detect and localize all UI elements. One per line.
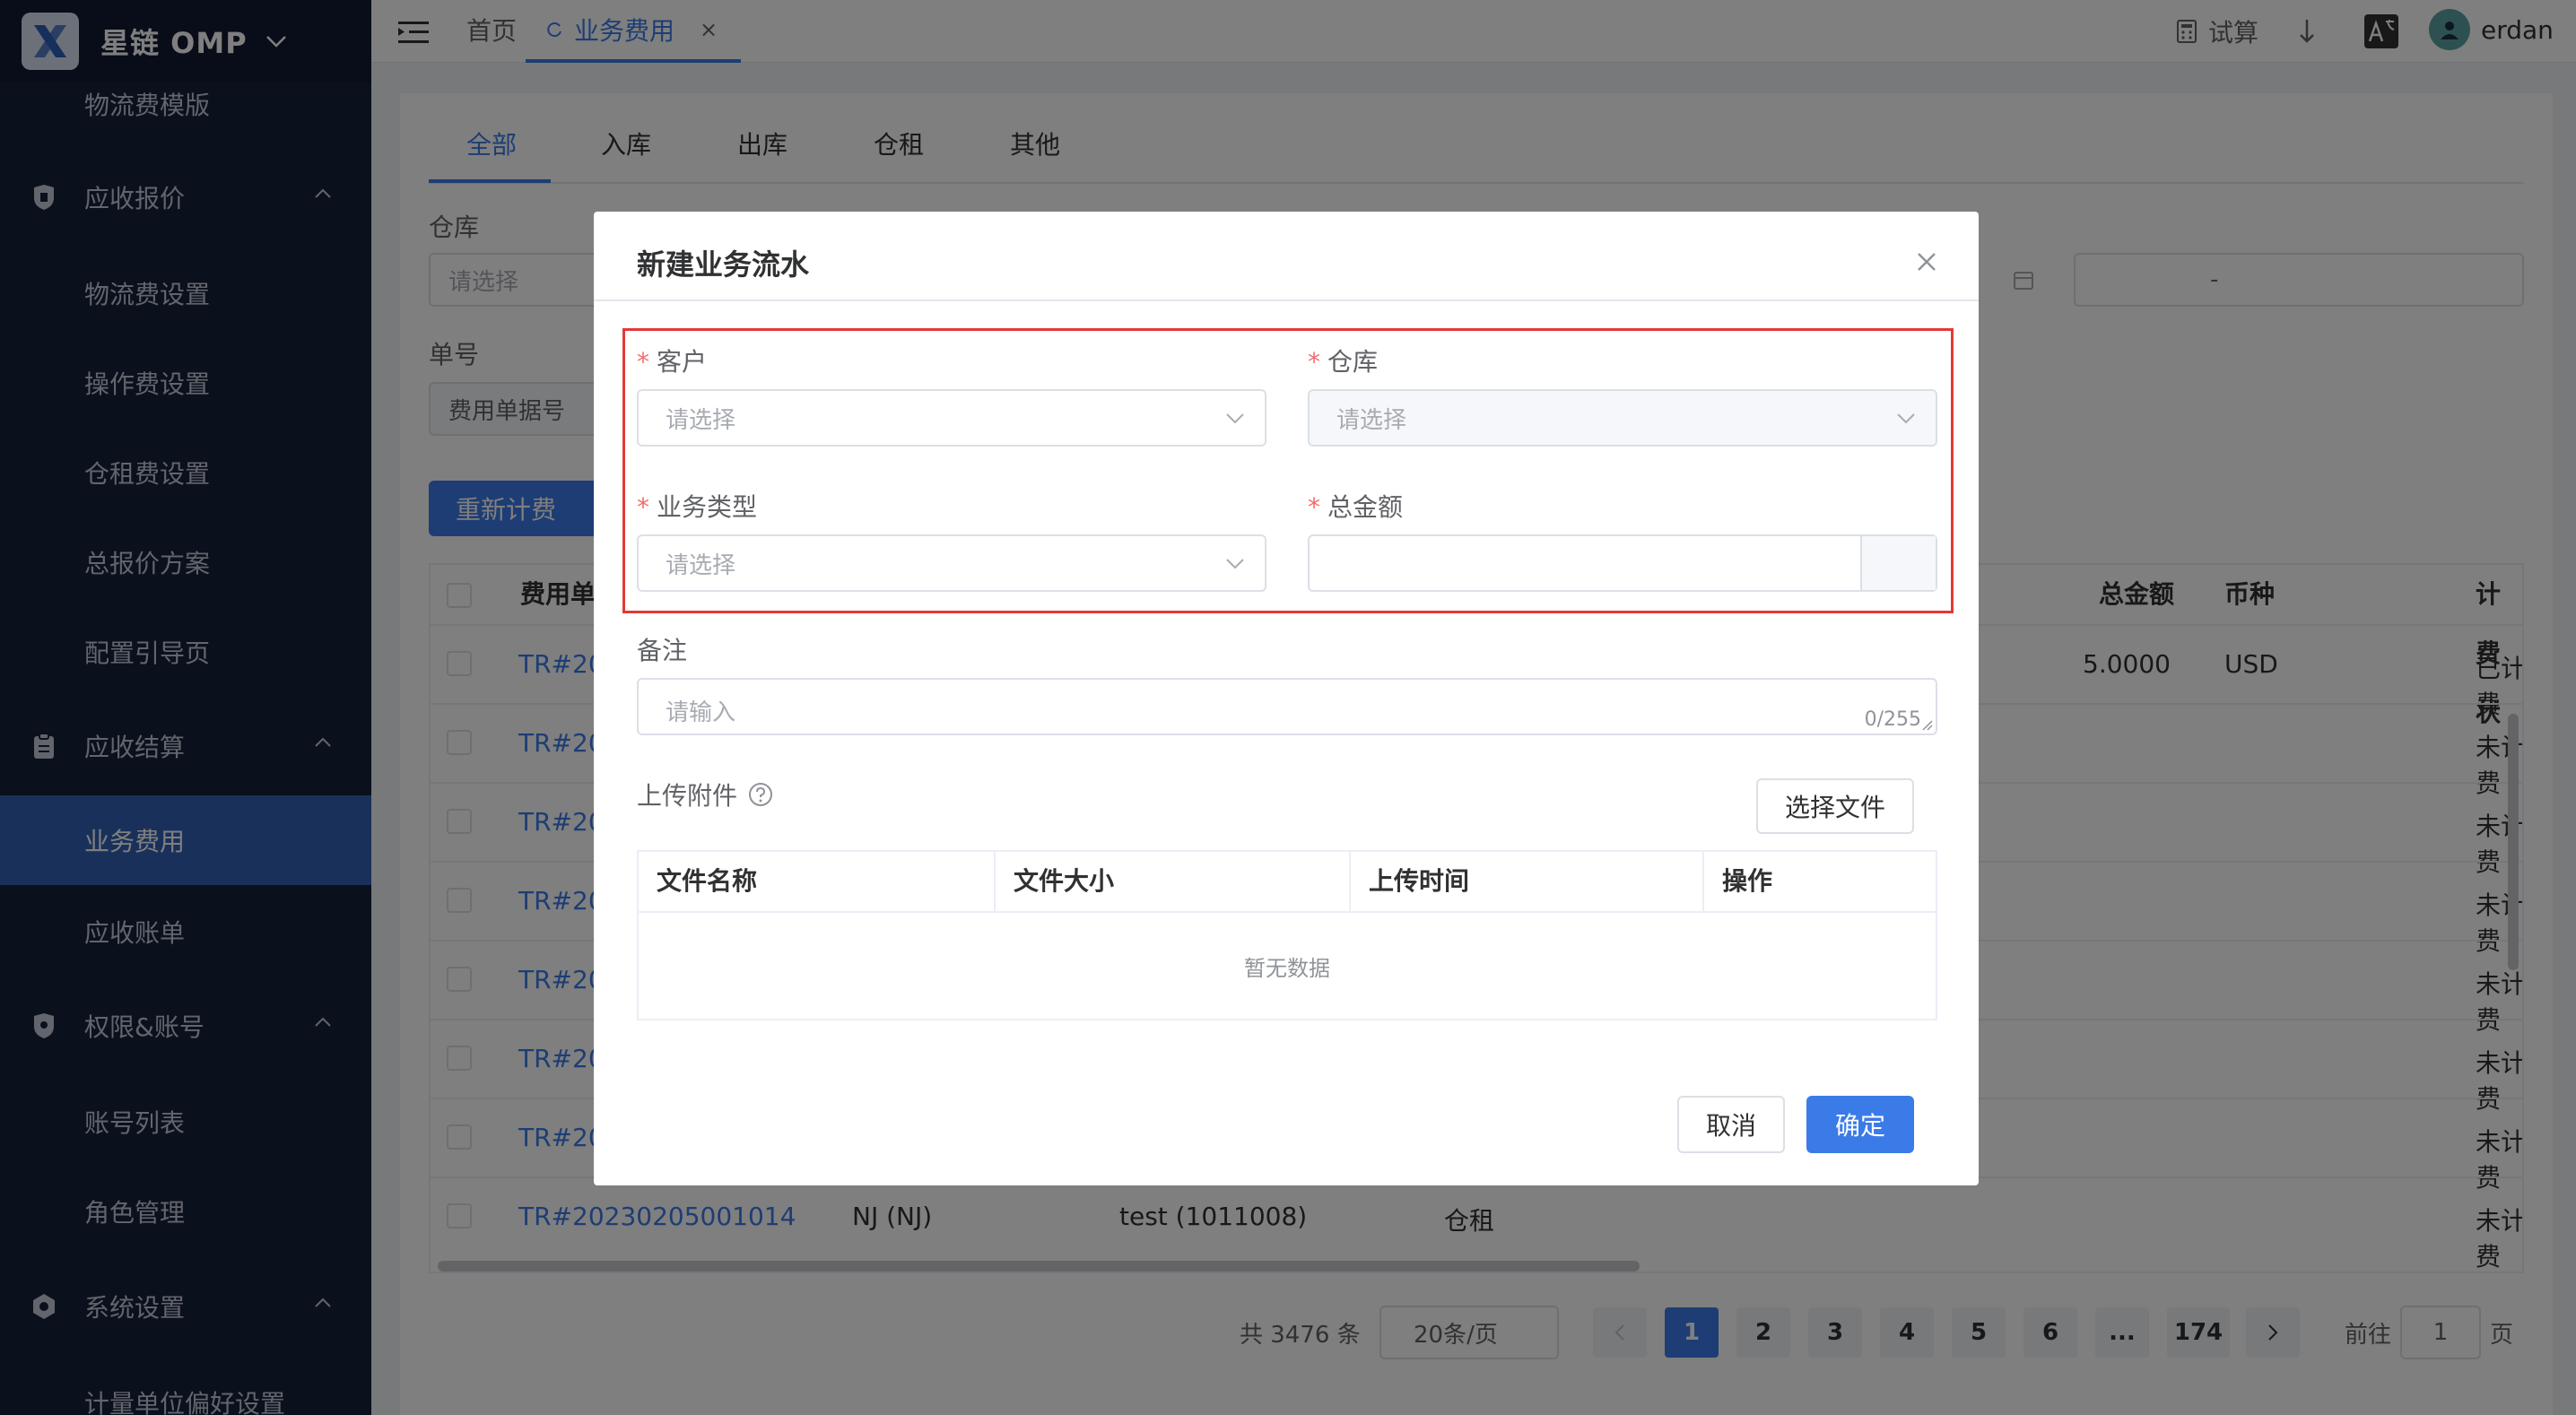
warehouse-label-text: 仓库 <box>1327 347 1379 377</box>
choose-file-button[interactable]: 选择文件 <box>1756 778 1914 834</box>
column-header-file-size: 文件大小 <box>996 852 1351 911</box>
business-type-select[interactable]: 请选择 <box>637 534 1266 592</box>
new-business-flow-dialog: 新建业务流水 * 客户 请选择 * 仓库 请选择 * 业务类型 请选择 * 总金额 备注… <box>594 212 1979 1185</box>
empty-state: 暂无数据 <box>639 911 1936 1019</box>
required-mark: * <box>637 492 649 522</box>
cancel-button[interactable]: 取消 <box>1677 1096 1785 1153</box>
attachment-table: 文件名称 文件大小 上传时间 操作 暂无数据 <box>637 850 1937 1020</box>
dialog-header-divider <box>594 299 1979 301</box>
select-placeholder: 请选择 <box>1336 406 1407 434</box>
select-placeholder: 请选择 <box>666 551 736 579</box>
chevron-down-icon <box>1226 413 1244 424</box>
amount-currency-addon <box>1860 536 1936 590</box>
confirm-button[interactable]: 确定 <box>1806 1096 1914 1153</box>
required-mark: * <box>1308 492 1320 522</box>
remark-char-count: 0/255 <box>1864 708 1921 731</box>
remark-label: 备注 <box>637 636 688 665</box>
customer-label: * 客户 <box>637 343 707 378</box>
remark-placeholder: 请输入 <box>666 699 736 726</box>
business-type-label-text: 业务类型 <box>657 492 758 522</box>
customer-select[interactable]: 请选择 <box>637 389 1266 447</box>
select-placeholder: 请选择 <box>666 406 736 434</box>
amount-label-text: 总金额 <box>1327 492 1404 522</box>
amount-input[interactable] <box>1308 534 1937 592</box>
upload-attachment-label: 上传附件 <box>637 777 773 812</box>
column-header-upload-time: 上传时间 <box>1351 852 1704 911</box>
remark-textarea[interactable]: 请输入 0/255 <box>637 678 1937 735</box>
warehouse-label: * 仓库 <box>1308 343 1378 378</box>
chevron-down-icon <box>1897 413 1915 424</box>
column-header-actions: 操作 <box>1722 866 1773 896</box>
business-type-label: * 业务类型 <box>637 488 757 524</box>
upload-label-text: 上传附件 <box>637 781 738 811</box>
column-header-file-name: 文件名称 <box>639 852 996 911</box>
dialog-title: 新建业务流水 <box>637 247 810 282</box>
close-icon[interactable] <box>1916 251 1937 273</box>
resize-grip-icon[interactable] <box>1921 719 1934 732</box>
required-mark: * <box>637 347 649 377</box>
amount-label: * 总金额 <box>1308 488 1403 524</box>
help-circle-icon[interactable] <box>748 782 773 807</box>
warehouse-select[interactable]: 请选择 <box>1308 389 1937 447</box>
chevron-down-icon <box>1226 559 1244 569</box>
customer-label-text: 客户 <box>657 347 708 377</box>
required-mark: * <box>1308 347 1320 377</box>
